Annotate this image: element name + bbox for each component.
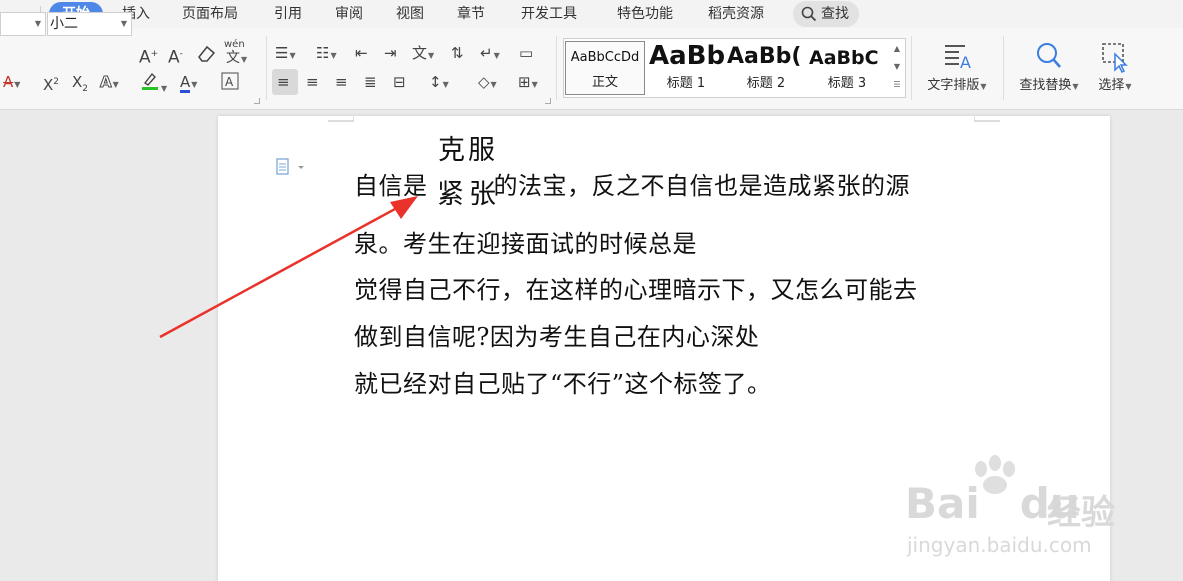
page-corner-mark <box>328 116 354 122</box>
font-shrink-icon[interactable]: A- <box>168 44 183 68</box>
search-label: 查找 <box>821 6 849 22</box>
paragraph-handle-icon[interactable] <box>276 158 306 176</box>
chevron-down-icon: ▼ <box>34 19 41 28</box>
align-center-icon[interactable]: ≡ <box>306 72 319 92</box>
red-arrow-annotation <box>159 196 418 339</box>
doc-line-5[interactable]: 就已经对自己贴了“不行”这个标签了。 <box>354 364 772 399</box>
gallery-more-icon[interactable]: ☰ <box>890 76 904 94</box>
align-right-icon[interactable]: ≡ <box>335 72 348 92</box>
ribbon-divider <box>266 36 267 100</box>
svg-text:A: A <box>960 53 971 72</box>
style-name: 正文 <box>591 75 618 90</box>
highlighter-icon <box>142 72 158 90</box>
style-preview: AaBb( <box>727 44 802 69</box>
table-tools-icon[interactable]: ▭ <box>519 43 533 63</box>
text-layout-icon: A <box>937 40 977 74</box>
find-replace-button[interactable]: 查找替换▼ <box>1012 40 1086 93</box>
find-replace-label: 查找替换 <box>1019 78 1072 93</box>
doc-text: 的法宝，反之不自信也是造成紧张的源 <box>493 172 910 200</box>
select-label: 选择 <box>1098 78 1125 93</box>
superscript-icon[interactable]: X2 <box>43 72 59 94</box>
line-spacing-icon[interactable]: ↕▼ <box>429 72 449 92</box>
style-heading-2[interactable]: AaBb( 标题 2 <box>727 41 805 95</box>
increase-indent-icon[interactable]: ⇥ <box>384 43 397 63</box>
font-grow-icon[interactable]: A+ <box>139 44 158 68</box>
paragraph-dialog-launcher[interactable] <box>545 98 551 104</box>
chevron-up-icon[interactable]: ▲ <box>890 40 904 58</box>
chevron-down-icon[interactable]: ▼ <box>890 58 904 76</box>
style-normal[interactable]: AaBbCcDd 正文 <box>565 41 645 95</box>
style-heading-3[interactable]: AaBbC 标题 3 <box>807 41 887 95</box>
font-size-value: 小二 <box>50 16 78 32</box>
svg-text:A: A <box>225 75 234 89</box>
numbered-list-icon[interactable]: ☷▼ <box>316 43 337 63</box>
highlight-icon[interactable]: ▼ <box>140 71 167 93</box>
struck-word: 紧张 <box>437 179 501 210</box>
tab-references[interactable]: 引用 <box>274 2 302 26</box>
chinese-layout-icon[interactable]: 文▼ <box>412 43 434 63</box>
menu-bar: ⌄ 开始 插入 页面布局 引用 审阅 视图 章节 开发工具 特色功能 稻壳资源 … <box>0 0 1183 28</box>
text-effect-icon[interactable]: A▼ <box>100 72 119 92</box>
chevron-down-icon: ▼ <box>120 19 127 28</box>
style-preview: AaBbC <box>809 47 879 69</box>
style-preview: AaBbCcDd <box>570 50 640 65</box>
text-layout-button[interactable]: A 文字排版▼ <box>920 40 994 93</box>
pinyin-guide-char: 文▼ <box>226 50 248 66</box>
watermark-url: jingyan.baidu.com <box>907 533 1092 557</box>
text-layout-label: 文字排版 <box>927 78 980 93</box>
tab-docer-resources[interactable]: 稻壳资源 <box>708 2 764 26</box>
style-heading-1[interactable]: AaBb 标题 1 <box>647 41 725 95</box>
tab-chapter[interactable]: 章节 <box>457 2 485 26</box>
watermark-brand-left: Bai <box>905 479 980 528</box>
show-marks-icon[interactable]: ↵▼ <box>480 43 500 63</box>
style-gallery-scroll[interactable]: ▲ ▼ ☰ <box>890 40 904 96</box>
strikethrough-icon[interactable]: A▼ <box>3 72 20 92</box>
borders-icon[interactable]: ⊞▼ <box>518 72 538 92</box>
distributed-icon[interactable]: ⊟ <box>393 72 406 92</box>
tab-review[interactable]: 审阅 <box>335 2 363 26</box>
font-dialog-launcher[interactable] <box>254 98 260 104</box>
style-gallery: AaBbCcDd 正文 AaBb 标题 1 AaBb( 标题 2 AaBbC 标… <box>563 38 906 98</box>
doc-line-3[interactable]: 觉得自己不行，在这样的心理暗示下，又怎么可能去 <box>354 270 918 305</box>
font-color-icon[interactable]: A▼ <box>180 72 197 93</box>
select-cursor-icon <box>1095 40 1135 74</box>
watermark-brand-cn: 经验 <box>1047 493 1115 533</box>
bullet-list-icon[interactable]: ☰▼ <box>275 43 296 63</box>
eraser-icon[interactable] <box>195 43 217 63</box>
tab-special-features[interactable]: 特色功能 <box>617 2 673 26</box>
tab-developer[interactable]: 开发工具 <box>521 2 577 26</box>
decrease-indent-icon[interactable]: ⇤ <box>355 43 368 63</box>
shading-icon[interactable]: ◇▼ <box>478 72 497 92</box>
search-icon <box>801 6 817 22</box>
magnifier-icon <box>1029 40 1069 74</box>
ribbon-divider <box>911 36 912 100</box>
ribbon-divider <box>1003 36 1004 100</box>
style-name: 标题 1 <box>666 76 706 91</box>
ribbon-divider <box>556 36 557 100</box>
align-left-icon[interactable]: ≡ <box>277 72 290 92</box>
justify-icon[interactable]: ≣ <box>364 72 377 92</box>
select-button[interactable]: 选择▼ <box>1090 40 1140 93</box>
sort-icon[interactable]: ⇅ <box>451 43 464 63</box>
font-name-select[interactable]: ▼ <box>0 12 46 36</box>
page-corner-mark <box>974 116 1000 122</box>
char-border-glyph: A <box>221 72 239 90</box>
style-name: 标题 3 <box>827 76 867 91</box>
font-size-select[interactable]: 小二 ▼ <box>47 12 132 36</box>
style-preview: AaBb <box>649 41 725 71</box>
style-name: 标题 2 <box>746 76 786 91</box>
baidu-jingyan-watermark: Bai du 经验 jingyan.baidu.com <box>905 455 1125 570</box>
annotation-overwrite: 克服 <box>438 135 498 166</box>
tab-view[interactable]: 视图 <box>396 2 424 26</box>
tab-page-layout[interactable]: 页面布局 <box>182 2 238 26</box>
char-border-icon[interactable]: A <box>220 71 240 91</box>
search-button[interactable]: 查找 <box>793 1 859 27</box>
subscript-icon[interactable]: X2 <box>72 72 88 94</box>
